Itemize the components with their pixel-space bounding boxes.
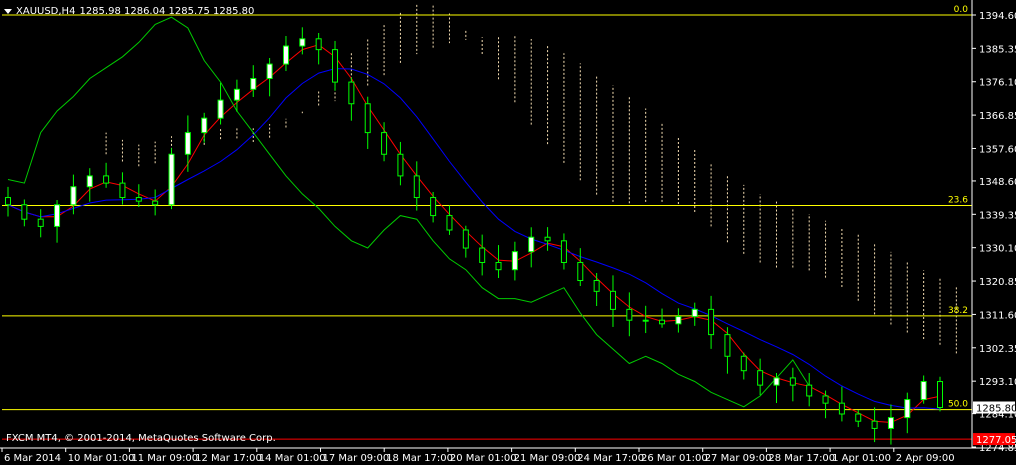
plot-background <box>0 0 1016 465</box>
symbol-label: XAUUSD,H4 <box>16 5 76 17</box>
candle-body[interactable] <box>855 413 862 422</box>
candle-body[interactable] <box>691 308 698 318</box>
candle-body[interactable] <box>413 175 420 199</box>
candle-body[interactable] <box>495 261 502 271</box>
candle-body[interactable] <box>462 229 469 249</box>
candle-body[interactable] <box>446 215 453 231</box>
chart-header: XAUUSD,H4 1285.98 1286.04 1285.75 1285.8… <box>4 5 254 17</box>
candle-body[interactable] <box>217 99 224 119</box>
candle-body[interactable] <box>528 236 535 253</box>
candle-body[interactable] <box>152 200 159 206</box>
candle-body[interactable] <box>21 204 28 220</box>
candle-body[interactable] <box>5 197 11 206</box>
candle-body[interactable] <box>86 175 93 188</box>
candle-body[interactable] <box>70 186 77 206</box>
candle-body[interactable] <box>838 402 845 415</box>
candle-body[interactable] <box>315 38 322 51</box>
candle-body[interactable] <box>397 153 404 177</box>
time-tick-label: 27 Mar 09:00 <box>705 453 772 464</box>
candle-body[interactable] <box>332 49 339 83</box>
fibo-label: 38.2 <box>948 306 968 316</box>
candle-body[interactable] <box>577 261 584 282</box>
candle-body[interactable] <box>266 63 273 79</box>
candle-body[interactable] <box>430 197 437 217</box>
price-tick-label: 1339.35 <box>979 210 1016 221</box>
price-tick-label: 1357.60 <box>979 144 1016 155</box>
candle-body[interactable] <box>201 117 208 134</box>
candle-body[interactable] <box>740 355 747 372</box>
candle-body[interactable] <box>560 240 567 263</box>
candle-body[interactable] <box>904 399 911 419</box>
chevron-down-icon[interactable] <box>4 8 12 14</box>
time-tick-label: 6 Mar 2014 <box>4 453 61 464</box>
candle-body[interactable] <box>544 236 551 242</box>
price-tick-label: 1302.35 <box>979 344 1016 355</box>
time-tick-label: 17 Mar 09:00 <box>323 453 390 464</box>
price-tick-label: 1348.60 <box>979 177 1016 188</box>
price-chart[interactable]: 0.0 23.6 38.2 50.0 1394.60 1385.35 1376.10 136… <box>0 0 1016 465</box>
time-tick-label: 12 Mar 17:00 <box>195 453 262 464</box>
candle-body[interactable] <box>479 247 486 263</box>
ohlc-label: 1285.98 1286.04 1285.75 1285.80 <box>79 5 255 17</box>
candle-body[interactable] <box>871 420 878 429</box>
candle-body[interactable] <box>168 153 175 206</box>
time-tick-label: 14 Mar 01:00 <box>259 453 326 464</box>
candle-body[interactable] <box>119 182 126 199</box>
price-tick-label: 1376.10 <box>979 78 1016 89</box>
price-tick-label: 1366.85 <box>979 111 1016 122</box>
candle-body[interactable] <box>659 319 666 325</box>
current-price-label: 1285.80 <box>976 403 1016 414</box>
fibo-label: 23.6 <box>948 195 968 205</box>
candle-body[interactable] <box>511 251 518 271</box>
candle-body[interactable] <box>757 370 764 386</box>
fibo-label: 50.0 <box>948 400 968 410</box>
time-tick-label: 21 Mar 09:00 <box>514 453 581 464</box>
candle-body[interactable] <box>282 45 289 65</box>
candle-body[interactable] <box>822 395 829 404</box>
price-tick-label: 1385.35 <box>979 44 1016 55</box>
candle-body[interactable] <box>887 417 894 429</box>
price-tick-label: 1293.10 <box>979 377 1016 388</box>
candle-body[interactable] <box>675 316 682 325</box>
price-tick-label: 1394.60 <box>979 11 1016 22</box>
time-tick-label: 1 Apr 01:00 <box>832 453 891 464</box>
time-tick-label: 18 Mar 17:00 <box>386 453 453 464</box>
candle-body[interactable] <box>773 377 780 386</box>
copyright-text: FXCM MT4, © 2001-2014, MetaQuotes Softwa… <box>6 433 276 444</box>
candle-body[interactable] <box>626 308 633 321</box>
candle-body[interactable] <box>920 381 927 401</box>
price-tick-label: 1330.10 <box>979 244 1016 255</box>
candle-body[interactable] <box>609 290 616 310</box>
bid-price-label: 1277.05 <box>976 435 1016 446</box>
candle-body[interactable] <box>299 38 306 47</box>
price-tick-label: 1311.60 <box>979 310 1016 321</box>
candle-body[interactable] <box>250 77 257 90</box>
candle-body[interactable] <box>642 319 649 322</box>
candle-body[interactable] <box>348 81 355 105</box>
time-tick-label: 20 Mar 01:00 <box>450 453 517 464</box>
fibo-label: 0.0 <box>954 5 969 15</box>
candle-body[interactable] <box>54 204 61 227</box>
candle-body[interactable] <box>724 334 731 357</box>
time-tick-label: 11 Mar 09:00 <box>131 453 198 464</box>
candle-body[interactable] <box>806 384 813 397</box>
candle-body[interactable] <box>184 132 191 155</box>
time-tick-label: 2 Apr 09:00 <box>896 453 955 464</box>
candle-body[interactable] <box>593 280 600 292</box>
candle-body[interactable] <box>135 197 142 202</box>
candle-body[interactable] <box>233 88 240 101</box>
candle-body[interactable] <box>37 218 44 227</box>
price-tick-label: 1320.85 <box>979 277 1016 288</box>
time-tick-label: 10 Mar 01:00 <box>68 453 135 464</box>
candle-body[interactable] <box>364 103 371 134</box>
time-tick-label: 26 Mar 01:00 <box>641 453 708 464</box>
candle-body[interactable] <box>708 308 715 336</box>
candle-body[interactable] <box>381 132 388 155</box>
candle-body[interactable] <box>789 377 796 386</box>
candle-body[interactable] <box>103 175 110 184</box>
time-tick-label: 24 Mar 17:00 <box>577 453 644 464</box>
candle-body[interactable] <box>937 381 943 408</box>
time-tick-label: 28 Mar 17:00 <box>768 453 835 464</box>
